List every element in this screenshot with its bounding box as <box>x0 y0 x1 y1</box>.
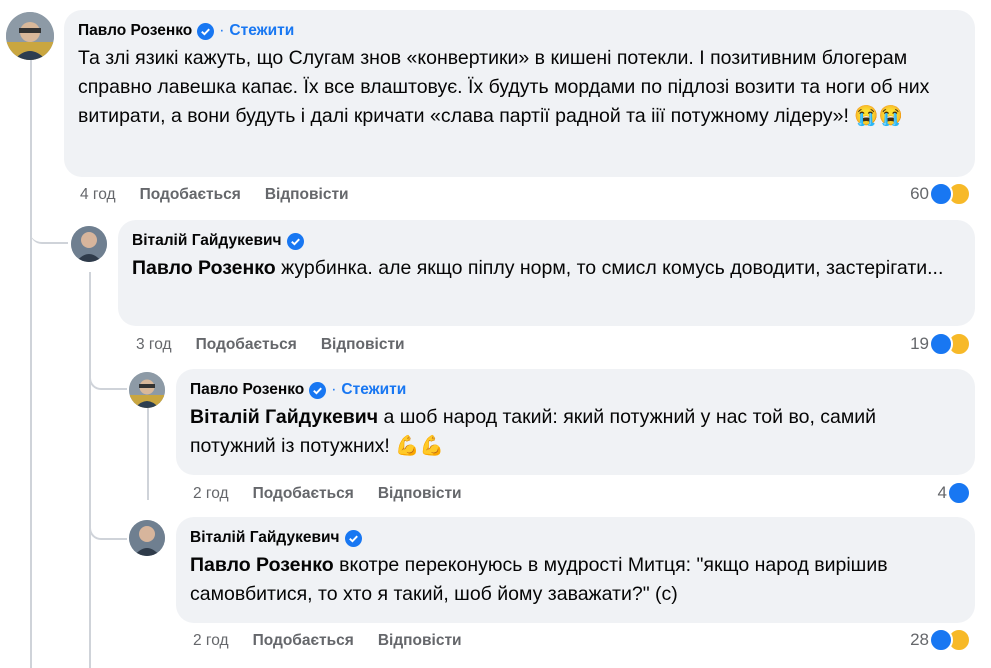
reaction-summary[interactable]: 19 <box>910 332 971 356</box>
reaction-count: 4 <box>937 483 947 502</box>
verified-badge-icon <box>309 381 327 399</box>
like-button[interactable]: Подобається <box>253 485 354 503</box>
thread-line-main <box>30 60 32 668</box>
mention-link[interactable]: Віталій Гайдукевич <box>190 406 378 428</box>
comment-author[interactable]: Віталій Гайдукевич <box>190 527 340 549</box>
like-button[interactable]: Подобається <box>196 336 297 354</box>
comment-text: журбинка. але якщо піплу норм, то смисл … <box>275 257 944 279</box>
avatar[interactable] <box>129 372 165 408</box>
avatar[interactable] <box>6 12 54 60</box>
reaction-summary[interactable]: 28 <box>910 628 971 652</box>
avatar[interactable] <box>129 520 165 556</box>
thread-elbow-reply-2 <box>89 330 127 390</box>
like-reaction-icon <box>929 332 953 356</box>
comment-actions: 2 год Подобається Відповісти <box>193 632 486 650</box>
reaction-count: 19 <box>910 334 929 353</box>
verified-badge-icon <box>286 232 304 250</box>
comment-time[interactable]: 3 год <box>136 336 172 354</box>
comment-bubble: Віталій Гайдукевич Павло Розенко вкотре … <box>176 517 975 623</box>
reply-button[interactable]: Відповісти <box>265 186 349 204</box>
mention-link[interactable]: Павло Розенко <box>190 554 334 576</box>
like-reaction-icon <box>929 628 953 652</box>
like-reaction-icon <box>947 481 971 505</box>
comment-author[interactable]: Віталій Гайдукевич <box>132 230 282 252</box>
comment-bubble: Віталій Гайдукевич Павло Розенко журбинк… <box>118 220 975 326</box>
verified-badge-icon <box>197 22 215 40</box>
comment-actions: 4 год Подобається Відповісти <box>80 186 373 204</box>
reaction-count: 28 <box>910 630 929 649</box>
comment-time[interactable]: 4 год <box>80 186 116 204</box>
thread-elbow-reply-3 <box>89 480 127 540</box>
mention-link[interactable]: Павло Розенко <box>132 257 276 279</box>
comment-bubble: Павло Розенко · Стежити Віталій Гайдукев… <box>176 369 975 475</box>
comment-time[interactable]: 2 год <box>193 485 229 503</box>
comment-text: Та злі язикі кажуть, що Слугам знов «кон… <box>78 47 930 127</box>
reaction-summary[interactable]: 60 <box>910 182 971 206</box>
follow-button[interactable]: Стежити <box>229 20 294 42</box>
thread-line-nested-3 <box>147 408 149 500</box>
comment-author[interactable]: Павло Розенко <box>190 379 304 401</box>
avatar[interactable] <box>71 226 107 262</box>
reply-button[interactable]: Відповісти <box>378 632 462 650</box>
like-reaction-icon <box>929 182 953 206</box>
like-button[interactable]: Подобається <box>140 186 241 204</box>
separator-dot: · <box>219 22 225 39</box>
reply-button[interactable]: Відповісти <box>378 485 462 503</box>
reaction-count: 60 <box>910 184 929 203</box>
verified-badge-icon <box>344 529 362 547</box>
comment-author[interactable]: Павло Розенко <box>78 20 192 42</box>
comment-actions: 2 год Подобається Відповісти <box>193 485 486 503</box>
comment-bubble: Павло Розенко · Стежити Та злі язикі каж… <box>64 10 975 177</box>
reply-button[interactable]: Відповісти <box>321 336 405 354</box>
like-button[interactable]: Подобається <box>253 632 354 650</box>
follow-button[interactable]: Стежити <box>341 379 406 401</box>
thread-elbow-reply-1 <box>30 180 68 244</box>
comment-time[interactable]: 2 год <box>193 632 229 650</box>
comment-actions: 3 год Подобається Відповісти <box>136 336 429 354</box>
reaction-summary[interactable]: 4 <box>938 481 971 505</box>
separator-dot: · <box>331 381 337 398</box>
